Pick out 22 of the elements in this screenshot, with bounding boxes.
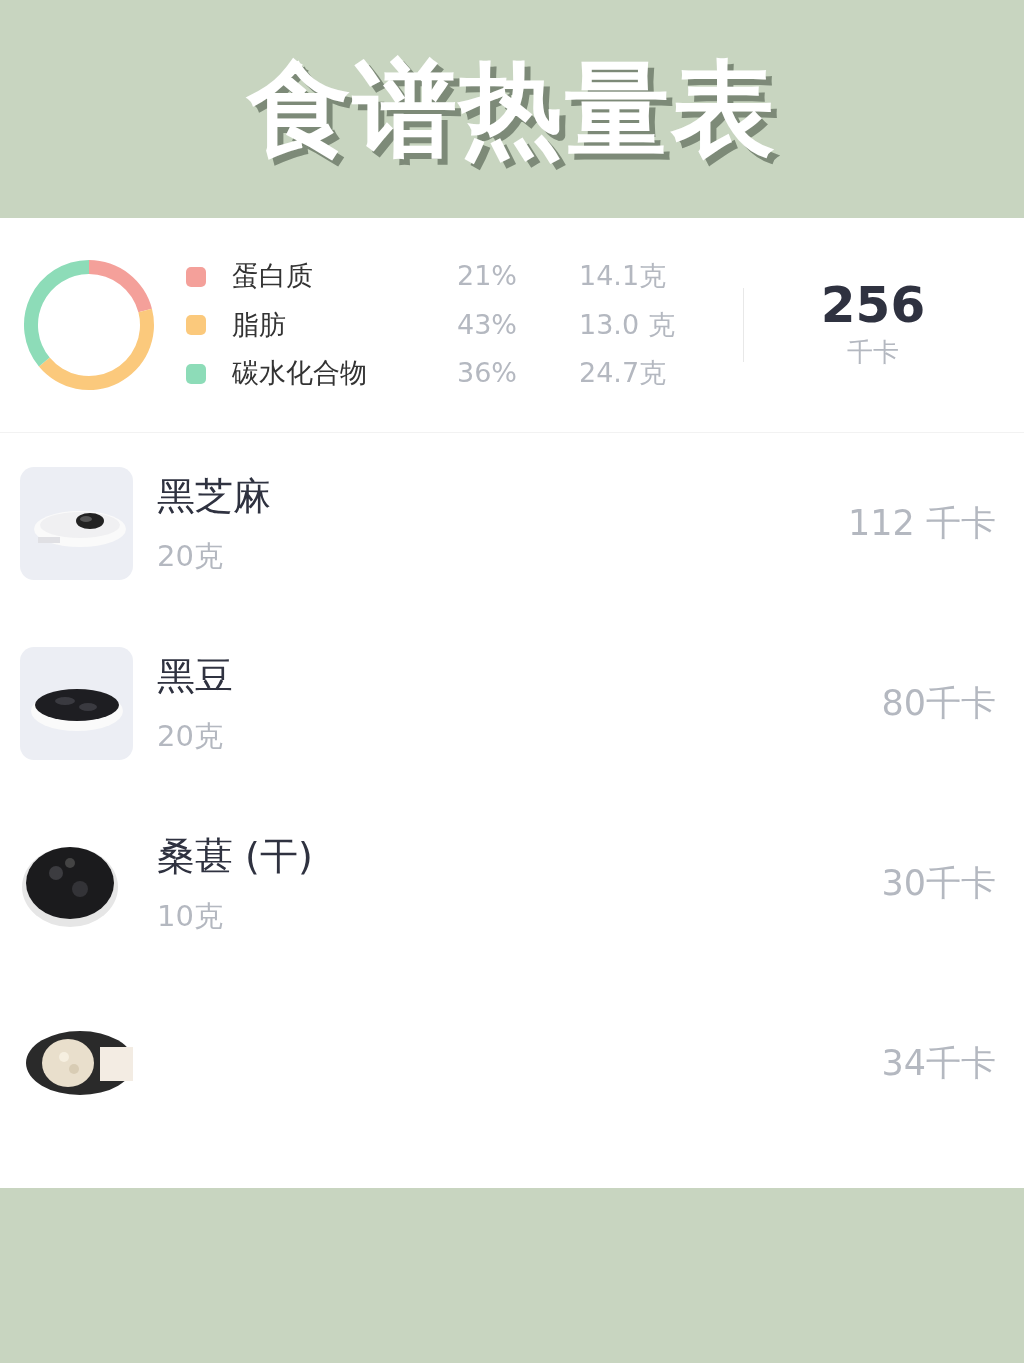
macro-name: 蛋白质 bbox=[232, 260, 313, 292]
macro-amount: 24.7克 bbox=[579, 357, 667, 389]
macro-percent: 21% bbox=[457, 260, 517, 292]
food-amount: 20克 bbox=[157, 537, 224, 575]
macro-name: 脂肪 bbox=[232, 308, 286, 340]
food-calories: 34千卡 bbox=[881, 1041, 996, 1085]
food-amount: 20克 bbox=[157, 717, 224, 755]
food-calories: 80千卡 bbox=[881, 681, 996, 725]
macro-amount: 14.1克 bbox=[579, 260, 667, 292]
food-name: 桑葚 (干) bbox=[157, 832, 313, 880]
food-calories: 112 千卡 bbox=[848, 501, 996, 545]
food-amount: 10克 bbox=[157, 897, 224, 935]
food-calories: 30千卡 bbox=[881, 861, 996, 905]
food-name: 黑豆 bbox=[157, 652, 233, 700]
macro-amount: 13.0 克 bbox=[579, 308, 675, 340]
macro-percent: 43% bbox=[457, 308, 517, 340]
calorie-unit: 千卡 bbox=[847, 336, 899, 369]
macro-name: 碳水化合物 bbox=[232, 357, 367, 389]
food-name: 黑芝麻 bbox=[157, 472, 271, 520]
macro-percent: 36% bbox=[457, 357, 517, 389]
page-title: 食谱热量表 bbox=[247, 47, 777, 172]
total-calories: 256 bbox=[820, 278, 926, 333]
